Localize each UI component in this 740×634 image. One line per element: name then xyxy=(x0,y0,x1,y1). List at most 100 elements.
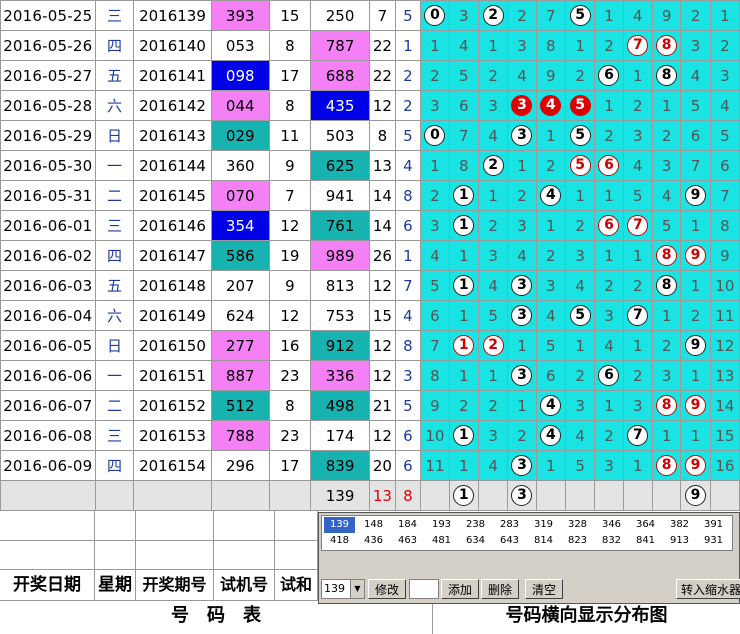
draw-date: 2016-05-28 xyxy=(0,90,96,121)
tail-value: 6 xyxy=(394,450,422,481)
distribution-cell: 1 xyxy=(448,180,479,211)
distribution-cell: 1 xyxy=(507,390,537,421)
table-row: 2016-06-04 六 2016149 624 12 753 15 4 6 1 5 3 4 5 3 7 1 2 1… xyxy=(0,300,740,331)
list-item[interactable]: 436 xyxy=(358,533,389,549)
list-item[interactable]: 931 xyxy=(698,533,729,549)
distribution-cell xyxy=(594,480,624,511)
distribution-cell: 2 xyxy=(594,120,624,151)
blank-cell xyxy=(95,511,136,541)
list-item[interactable]: 364 xyxy=(630,517,661,533)
delete-button[interactable]: 删除 xyxy=(481,579,519,599)
tail-value: 5 xyxy=(394,0,422,31)
trial-number: 070 xyxy=(210,180,270,211)
list-item[interactable]: 139 xyxy=(324,517,355,533)
distribution-cell: 3 xyxy=(507,120,537,151)
modify-button[interactable]: 修改 xyxy=(368,579,406,599)
blank-cell xyxy=(275,541,318,570)
number-input[interactable] xyxy=(409,579,439,599)
table-row: 2016-06-05 日 2016150 277 16 912 12 8 7 1 2 1 5 1 4 1 2 9 1… xyxy=(0,330,740,361)
distribution-cell: 3 xyxy=(709,60,740,91)
clear-button[interactable]: 清空 xyxy=(525,579,563,599)
weekday: 三 xyxy=(94,0,135,31)
trial-number: 788 xyxy=(210,420,270,451)
list-item[interactable]: 481 xyxy=(426,533,457,549)
list-item[interactable]: 283 xyxy=(494,517,525,533)
distribution-cell: 3 xyxy=(680,30,711,61)
distribution-cell: 7 xyxy=(420,330,450,361)
distribution-cell: 2 xyxy=(622,360,653,391)
draw-number: 989 xyxy=(309,240,371,271)
distribution-cell: 1 xyxy=(594,390,624,421)
span-value: 20 xyxy=(369,450,396,481)
list-item[interactable]: 823 xyxy=(562,533,593,549)
list-item[interactable]: 841 xyxy=(630,533,661,549)
distribution-cell: 1 xyxy=(680,210,711,241)
list-item[interactable]: 814 xyxy=(528,533,559,549)
list-item[interactable]: 238 xyxy=(460,517,491,533)
trial-sum: 12 xyxy=(268,210,311,241)
issue-number: 2016140 xyxy=(133,30,212,61)
digit-ball: 3 xyxy=(511,125,533,146)
next-draw-number: 139 xyxy=(309,480,371,511)
table-row: 2016-06-01 三 2016146 354 12 761 14 6 3 1 2 3 1 2 6 7 5 1 8 xyxy=(0,210,740,241)
list-item[interactable]: 319 xyxy=(528,517,559,533)
list-item[interactable]: 346 xyxy=(596,517,627,533)
distribution-cell: 1 xyxy=(477,360,509,391)
number-combobox[interactable]: 139 ▼ xyxy=(321,579,365,599)
list-item[interactable]: 634 xyxy=(460,533,491,549)
number-listbox[interactable]: 139 148 184 193 238 283 319 328 346 364 382 391 418 4… xyxy=(321,515,733,551)
tail-value: 6 xyxy=(394,210,422,241)
span-value: 14 xyxy=(369,210,396,241)
list-item[interactable]: 832 xyxy=(596,533,627,549)
list-item[interactable]: 913 xyxy=(664,533,695,549)
list-item[interactable]: 643 xyxy=(494,533,525,549)
tail-value: 5 xyxy=(394,120,422,151)
list-item[interactable]: 148 xyxy=(358,517,389,533)
span-value: 12 xyxy=(369,360,396,391)
import-button[interactable]: 转入缩水器 xyxy=(676,579,740,599)
trial-number: 277 xyxy=(210,330,270,361)
digit-ball: 3 xyxy=(511,305,533,326)
distribution-cell: 1 xyxy=(507,150,537,181)
blank-cell xyxy=(136,511,214,541)
draw-date: 2016-06-02 xyxy=(0,240,96,271)
list-item[interactable]: 193 xyxy=(426,517,457,533)
distribution-cell: 4 xyxy=(535,90,566,121)
weekday: 日 xyxy=(94,330,135,361)
distribution-cell: 8 xyxy=(448,150,479,181)
draw-number: 250 xyxy=(309,0,371,31)
distribution-cell: 1 xyxy=(651,420,682,451)
digit-ball: 9 xyxy=(685,455,707,476)
number-list-panel: 139 148 184 193 238 283 319 328 346 364 382 391 418 4… xyxy=(318,512,740,604)
distribution-cell: 12 xyxy=(709,330,740,361)
distribution-cell: 7 xyxy=(622,420,653,451)
list-item[interactable]: 418 xyxy=(324,533,355,549)
list-item[interactable]: 184 xyxy=(392,517,423,533)
weekday: 日 xyxy=(94,120,135,151)
trial-number: 624 xyxy=(210,300,270,331)
distribution-cell: 3 xyxy=(564,240,596,271)
weekday: 五 xyxy=(94,60,135,91)
tail-value: 8 xyxy=(394,330,422,361)
table-row: 2016-06-06 一 2016151 887 23 336 12 3 8 1 1 3 6 2 6 2 3 1 1… xyxy=(0,360,740,391)
digit-ball: 3 xyxy=(511,455,533,476)
distribution-cell: 8 xyxy=(709,210,740,241)
distribution-cell: 1 xyxy=(594,240,624,271)
list-item[interactable]: 382 xyxy=(664,517,695,533)
draw-number: 625 xyxy=(309,150,371,181)
chevron-down-icon[interactable]: ▼ xyxy=(350,580,364,598)
list-item[interactable]: 463 xyxy=(392,533,423,549)
distribution-cell: 11 xyxy=(709,300,740,331)
distribution-cell: 2 xyxy=(651,330,682,361)
add-button[interactable]: 添加 xyxy=(441,579,479,599)
draw-date: 2016-06-04 xyxy=(0,300,96,331)
list-item[interactable]: 328 xyxy=(562,517,593,533)
distribution-cell: 2 xyxy=(448,390,479,421)
blank-cell xyxy=(94,480,135,511)
distribution-cell: 9 xyxy=(651,0,682,31)
list-item[interactable]: 391 xyxy=(698,517,729,533)
issue-number: 2016141 xyxy=(133,60,212,91)
table-row: 2016-06-02 四 2016147 586 19 989 26 1 4 1 3 4 2 3 1 1 8 9 9 xyxy=(0,240,740,271)
distribution-cell: 1 xyxy=(448,300,479,331)
tail-value: 1 xyxy=(394,30,422,61)
